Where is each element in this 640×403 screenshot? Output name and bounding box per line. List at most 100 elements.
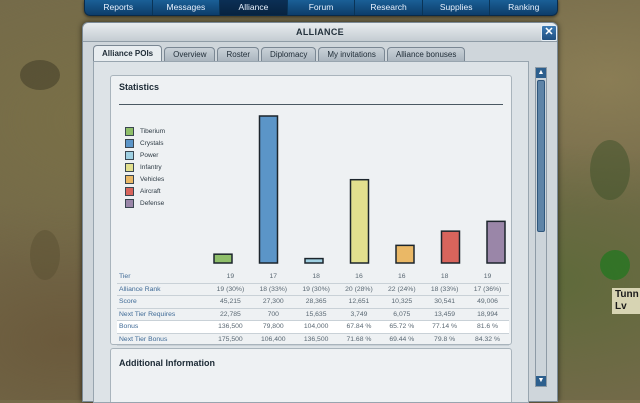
tab-my-invitations[interactable]: My invitations (318, 47, 385, 62)
tab-diplomacy[interactable]: Diplomacy (261, 47, 317, 62)
table-row: Next Tier Bonus 175,500 106,400 136,500 71.6… (117, 333, 509, 346)
scroll-up-icon[interactable]: ▲ (536, 68, 546, 78)
table-cell: 18 (33%) (251, 283, 295, 296)
table-cell: 136,500 (209, 320, 252, 334)
table-cell: 27,300 (251, 295, 295, 309)
scroll-down-icon[interactable]: ▼ (536, 376, 546, 386)
table-cell: 19 (30%) (294, 283, 338, 296)
table-cell: 65.72 % (380, 320, 424, 334)
additional-info-panel[interactable]: Additional Information (110, 348, 512, 402)
bar-aircraft (440, 230, 461, 264)
legend-item: Vehicles (125, 173, 165, 185)
divider (119, 104, 503, 105)
table-cell: 22,785 (209, 308, 252, 321)
close-button[interactable]: ✕ (541, 25, 557, 41)
table-cell: 136,500 (294, 333, 338, 346)
tab-bar: Alliance POIs Overview Roster Diplomacy … (93, 45, 467, 62)
table-cell: 3,749 (337, 308, 381, 321)
table-cell: 71.68 % (337, 333, 381, 346)
legend-swatch (125, 174, 134, 184)
poi-bar-chart (213, 115, 506, 264)
table-cell: 30,541 (423, 295, 467, 309)
row-label: Next Tier Requires (117, 308, 209, 321)
table-row: Alliance Rank 19 (30%) 18 (33%) 19 (30%) 20 … (117, 283, 509, 296)
top-menu: Reports Messages Alliance Forum Research… (84, 0, 558, 16)
table-cell: 700 (251, 308, 295, 321)
legend-item: Tiberium (125, 125, 165, 137)
legend-swatch (125, 138, 134, 148)
row-label: Bonus (117, 320, 209, 334)
scrollbar[interactable]: ▲ ▼ (535, 67, 547, 387)
statistics-title: Statistics (119, 82, 160, 92)
bar-tiberium (213, 253, 233, 264)
tab-alliance-pois[interactable]: Alliance POIs (93, 45, 163, 62)
statistics-panel: Statistics Tiberium Crystals Power Infan… (110, 75, 512, 346)
table-cell: 19 (30%) (209, 283, 252, 296)
map-terrain-patch (600, 250, 630, 280)
bar-defense (486, 220, 506, 264)
menu-ranking[interactable]: Ranking (490, 0, 557, 15)
menu-reports[interactable]: Reports (85, 0, 153, 15)
table-cell: 13,459 (423, 308, 467, 321)
legend-item: Power (125, 149, 165, 161)
table-cell: 15,635 (294, 308, 338, 321)
table-cell: 18,994 (466, 308, 509, 321)
table-cell: 12,651 (337, 295, 381, 309)
row-label: Alliance Rank (117, 283, 209, 296)
legend-swatch (125, 150, 134, 160)
menu-messages[interactable]: Messages (153, 0, 221, 15)
map-terrain-patch (20, 60, 60, 90)
table-row: Bonus 136,500 79,800 104,000 67.84 % 65.72 % 7… (117, 320, 509, 334)
row-label: Next Tier Bonus (117, 333, 209, 346)
legend-item: Aircraft (125, 185, 165, 197)
additional-info-title: Additional Information (119, 358, 215, 368)
legend-label: Infantry (140, 163, 162, 171)
table-cell: 16 (337, 271, 381, 284)
table-row: Next Tier Requires 22,785 700 15,635 3,749 6,… (117, 308, 509, 321)
scroll-thumb[interactable] (537, 80, 545, 232)
legend-swatch (125, 186, 134, 196)
table-cell: 106,400 (251, 333, 295, 346)
window-title: ALLIANCE (83, 23, 557, 42)
menu-forum[interactable]: Forum (288, 0, 356, 15)
row-label: Tier (117, 271, 209, 284)
legend-label: Crystals (140, 139, 164, 147)
table-cell: 79,800 (251, 320, 295, 334)
table-cell: 17 (251, 271, 295, 284)
legend-label: Tiberium (140, 127, 166, 135)
tab-overview[interactable]: Overview (164, 47, 216, 62)
table-row: Tier 19 17 18 16 16 18 19 (117, 271, 509, 284)
table-cell: 49,006 (466, 295, 509, 309)
table-cell: 17 (36%) (466, 283, 509, 296)
legend-swatch (125, 126, 134, 136)
table-cell: 18 (33%) (423, 283, 467, 296)
menu-alliance[interactable]: Alliance (220, 0, 288, 15)
legend-label: Aircraft (140, 187, 161, 195)
legend-item: Defense (125, 197, 165, 209)
table-cell: 69.44 % (380, 333, 424, 346)
content-area: Statistics Tiberium Crystals Power Infan… (93, 61, 529, 403)
table-cell: 175,500 (209, 333, 252, 346)
table-cell: 104,000 (294, 320, 338, 334)
table-cell: 22 (24%) (380, 283, 424, 296)
bar-crystals (258, 115, 279, 264)
table-cell: 20 (28%) (337, 283, 381, 296)
chart-legend: Tiberium Crystals Power Infantry Vehicle… (125, 125, 165, 209)
table-cell: 81.6 % (466, 320, 509, 334)
table-cell: 79.8 % (423, 333, 467, 346)
legend-swatch (125, 198, 134, 208)
tab-roster[interactable]: Roster (217, 47, 260, 62)
tab-alliance-bonuses[interactable]: Alliance bonuses (386, 47, 466, 62)
table-cell: 19 (466, 271, 509, 284)
table-cell: 18 (423, 271, 467, 284)
menu-supplies[interactable]: Supplies (423, 0, 491, 15)
menu-research[interactable]: Research (355, 0, 423, 15)
table-row: Score 45,215 27,300 28,365 12,651 10,325 30,54… (117, 295, 509, 309)
table-cell: 18 (294, 271, 338, 284)
row-label: Score (117, 295, 209, 309)
table-cell: 6,075 (380, 308, 424, 321)
table-cell: 16 (380, 271, 424, 284)
map-base-label[interactable]: Tunn Lv (612, 288, 640, 314)
legend-label: Vehicles (140, 175, 165, 183)
table-cell: 84.32 % (466, 333, 509, 346)
